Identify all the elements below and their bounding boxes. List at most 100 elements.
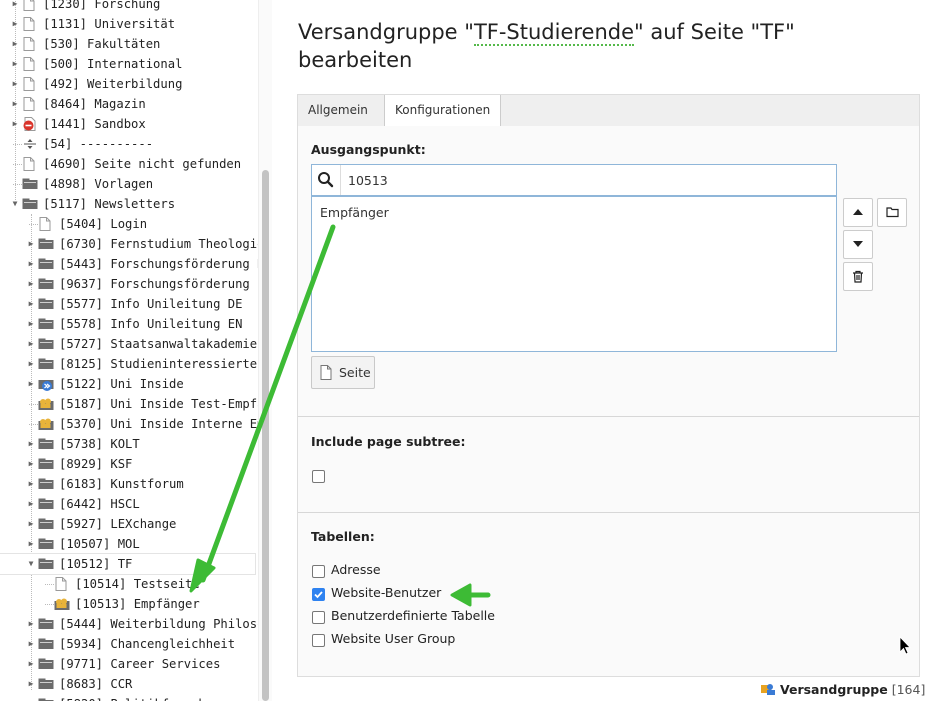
expand-chevron-icon[interactable]: ▶ xyxy=(26,274,36,294)
tree-node-label[interactable]: [10514] Testseite xyxy=(75,574,200,594)
tab-allgemein[interactable]: Allgemein xyxy=(298,95,378,125)
tree-node-label[interactable]: [6183] Kunstforum xyxy=(59,474,184,494)
move-up-button[interactable] xyxy=(843,198,873,227)
tree-node[interactable]: ▶ [8683] CCR xyxy=(0,674,258,694)
tab-konfigurationen[interactable]: Konfigurationen xyxy=(384,95,502,126)
expand-chevron-icon[interactable]: ▶ xyxy=(26,254,36,274)
tree-node[interactable]: [5370] Uni Inside Interne Empfänger xyxy=(0,414,258,434)
tree-node[interactable]: ▶ [1441] Sandbox xyxy=(0,114,258,134)
folder-icon[interactable] xyxy=(38,297,54,311)
tree-node-label[interactable]: [6442] HSCL xyxy=(59,494,140,514)
folder-icon[interactable] xyxy=(38,357,54,371)
expand-chevron-icon[interactable]: ▶ xyxy=(26,694,36,701)
folder-icon[interactable] xyxy=(38,557,54,571)
tree-node-label[interactable]: [10512] TF xyxy=(59,554,132,574)
folder-icon[interactable] xyxy=(38,337,54,351)
tree-node-label[interactable]: [5927] LEXchange xyxy=(59,514,176,534)
page-icon[interactable] xyxy=(22,37,38,51)
tree-node[interactable]: ▶ [5934] Chancengleichheit xyxy=(0,634,258,654)
table-checkbox-website-benutzer[interactable] xyxy=(312,588,325,601)
tree-node-label[interactable]: [5934] Chancengleichheit xyxy=(59,634,235,654)
expand-chevron-icon[interactable]: ▶ xyxy=(26,374,36,394)
selected-record-item[interactable]: Empfänger xyxy=(320,205,389,220)
tree-node[interactable]: ▼ [10512] TF xyxy=(0,553,256,575)
tree-node-label[interactable]: [6730] Fernstudium Theologie xyxy=(59,234,258,254)
tree-node[interactable]: [10513] Empfänger xyxy=(0,594,258,614)
tree-node[interactable]: ▶ [5578] Info Unileitung EN xyxy=(0,314,258,334)
tree-node-label[interactable]: [492] Weiterbildung xyxy=(43,74,182,94)
page-icon[interactable] xyxy=(22,157,38,171)
expand-chevron-icon[interactable]: ▶ xyxy=(26,634,36,654)
tree-node-label[interactable]: [54] ---------- xyxy=(43,134,153,154)
expand-chevron-icon[interactable]: ▶ xyxy=(26,314,36,334)
tree-node-label[interactable]: [5187] Uni Inside Test-Empfänger xyxy=(59,394,258,414)
expand-chevron-icon[interactable]: ▶ xyxy=(26,654,36,674)
expand-chevron-icon[interactable]: ▶ xyxy=(26,534,36,554)
expand-chevron-icon[interactable]: ▶ xyxy=(26,474,36,494)
table-checkbox-label[interactable]: Website-Benutzer xyxy=(331,585,441,600)
folder-icon[interactable] xyxy=(22,177,38,191)
tree-node[interactable]: ▶ [5577] Info Unileitung DE xyxy=(0,294,258,314)
page-icon[interactable] xyxy=(22,17,38,31)
folder-icon[interactable] xyxy=(22,197,38,211)
collapse-chevron-icon[interactable]: ▼ xyxy=(10,194,20,214)
page-icon[interactable] xyxy=(22,77,38,91)
remove-record-button[interactable] xyxy=(843,262,873,291)
folder-icon[interactable] xyxy=(38,237,54,251)
tree-node[interactable]: ▶ [5820] Politikforschung xyxy=(0,694,258,701)
folder-icon[interactable] xyxy=(38,637,54,651)
tree-node[interactable]: ▶ [5443] Forschungsförderung DE xyxy=(0,254,258,274)
tree-node-label[interactable]: [5404] Login xyxy=(59,214,147,234)
folder-icon[interactable] xyxy=(38,317,54,331)
tree-node-label[interactable]: [5443] Forschungsförderung DE xyxy=(59,254,258,274)
tree-node-label[interactable]: [5727] Staatsanwaltakademie xyxy=(59,334,257,354)
tree-node[interactable]: ▶ [1230] Forschung xyxy=(0,0,258,14)
expand-chevron-icon[interactable]: ▶ xyxy=(10,94,20,114)
table-checkbox-benutzerdefinierte-tabelle[interactable] xyxy=(312,611,325,624)
expand-chevron-icon[interactable]: ▶ xyxy=(10,0,20,14)
expand-chevron-icon[interactable]: ▶ xyxy=(26,454,36,474)
tree-node[interactable]: ▶ [5738] KOLT xyxy=(0,434,258,454)
tree-node[interactable]: ▶ [5727] Staatsanwaltakademie xyxy=(0,334,258,354)
expand-chevron-icon[interactable]: ▶ xyxy=(26,334,36,354)
tree-node[interactable]: ▶ [8929] KSF xyxy=(0,454,258,474)
tree-node[interactable]: [54] ---------- xyxy=(0,134,258,154)
folder-icon[interactable] xyxy=(38,697,54,701)
tree-node[interactable]: ▶ [492] Weiterbildung xyxy=(0,74,258,94)
tree-node[interactable]: [4898] Vorlagen xyxy=(0,174,258,194)
record-title-link[interactable]: TF-Studierende xyxy=(473,20,635,46)
tree-node[interactable]: ▶ [9771] Career Services xyxy=(0,654,258,674)
tree-node[interactable]: ▶ [10507] MOL xyxy=(0,534,258,554)
tree-node[interactable]: ▶ [530] Fakultäten xyxy=(0,34,258,54)
table-checkbox-label[interactable]: Benutzerdefinierte Tabelle xyxy=(331,608,495,623)
folder-icon[interactable] xyxy=(38,537,54,551)
page-icon[interactable] xyxy=(22,0,38,11)
expand-chevron-icon[interactable]: ▶ xyxy=(26,514,36,534)
page-icon[interactable] xyxy=(22,97,38,111)
tree-node-label[interactable]: [1131] Universität xyxy=(43,14,175,34)
tree-node[interactable]: [5187] Uni Inside Test-Empfänger xyxy=(0,394,258,414)
tree-node[interactable]: ▶ [1131] Universität xyxy=(0,14,258,34)
expand-chevron-icon[interactable]: ▶ xyxy=(26,614,36,634)
tree-node-label[interactable]: [9771] Career Services xyxy=(59,654,220,674)
tree-node-label[interactable]: [530] Fakultäten xyxy=(43,34,160,54)
tree-node-label[interactable]: [1230] Forschung xyxy=(43,0,160,14)
folder-icon[interactable] xyxy=(38,257,54,271)
tree-node-label[interactable]: [5117] Newsletters xyxy=(43,194,175,214)
expand-chevron-icon[interactable]: ▶ xyxy=(10,34,20,54)
folder-icon[interactable] xyxy=(38,457,54,471)
tree-node-label[interactable]: [5370] Uni Inside Interne Empfänger xyxy=(59,414,258,434)
tree-node-label[interactable]: [1441] Sandbox xyxy=(43,114,146,134)
folder-icon[interactable] xyxy=(38,517,54,531)
tree-node[interactable]: [10514] Testseite xyxy=(0,574,258,594)
shortcut-folder-icon[interactable] xyxy=(38,377,54,391)
tree-node-label[interactable]: [9637] Forschungsförderung EN xyxy=(59,274,258,294)
folder-icon[interactable] xyxy=(38,497,54,511)
page-tree-scrollbar[interactable] xyxy=(258,0,272,701)
tree-node-label[interactable]: [4898] Vorlagen xyxy=(43,174,153,194)
tree-node[interactable]: [5404] Login xyxy=(0,214,258,234)
table-checkbox-website-user-group[interactable] xyxy=(312,634,325,647)
tree-node-label[interactable]: [5820] Politikforschung xyxy=(59,694,228,701)
tree-node[interactable]: ▼ [5117] Newsletters xyxy=(0,194,258,214)
page-icon[interactable] xyxy=(54,577,70,591)
